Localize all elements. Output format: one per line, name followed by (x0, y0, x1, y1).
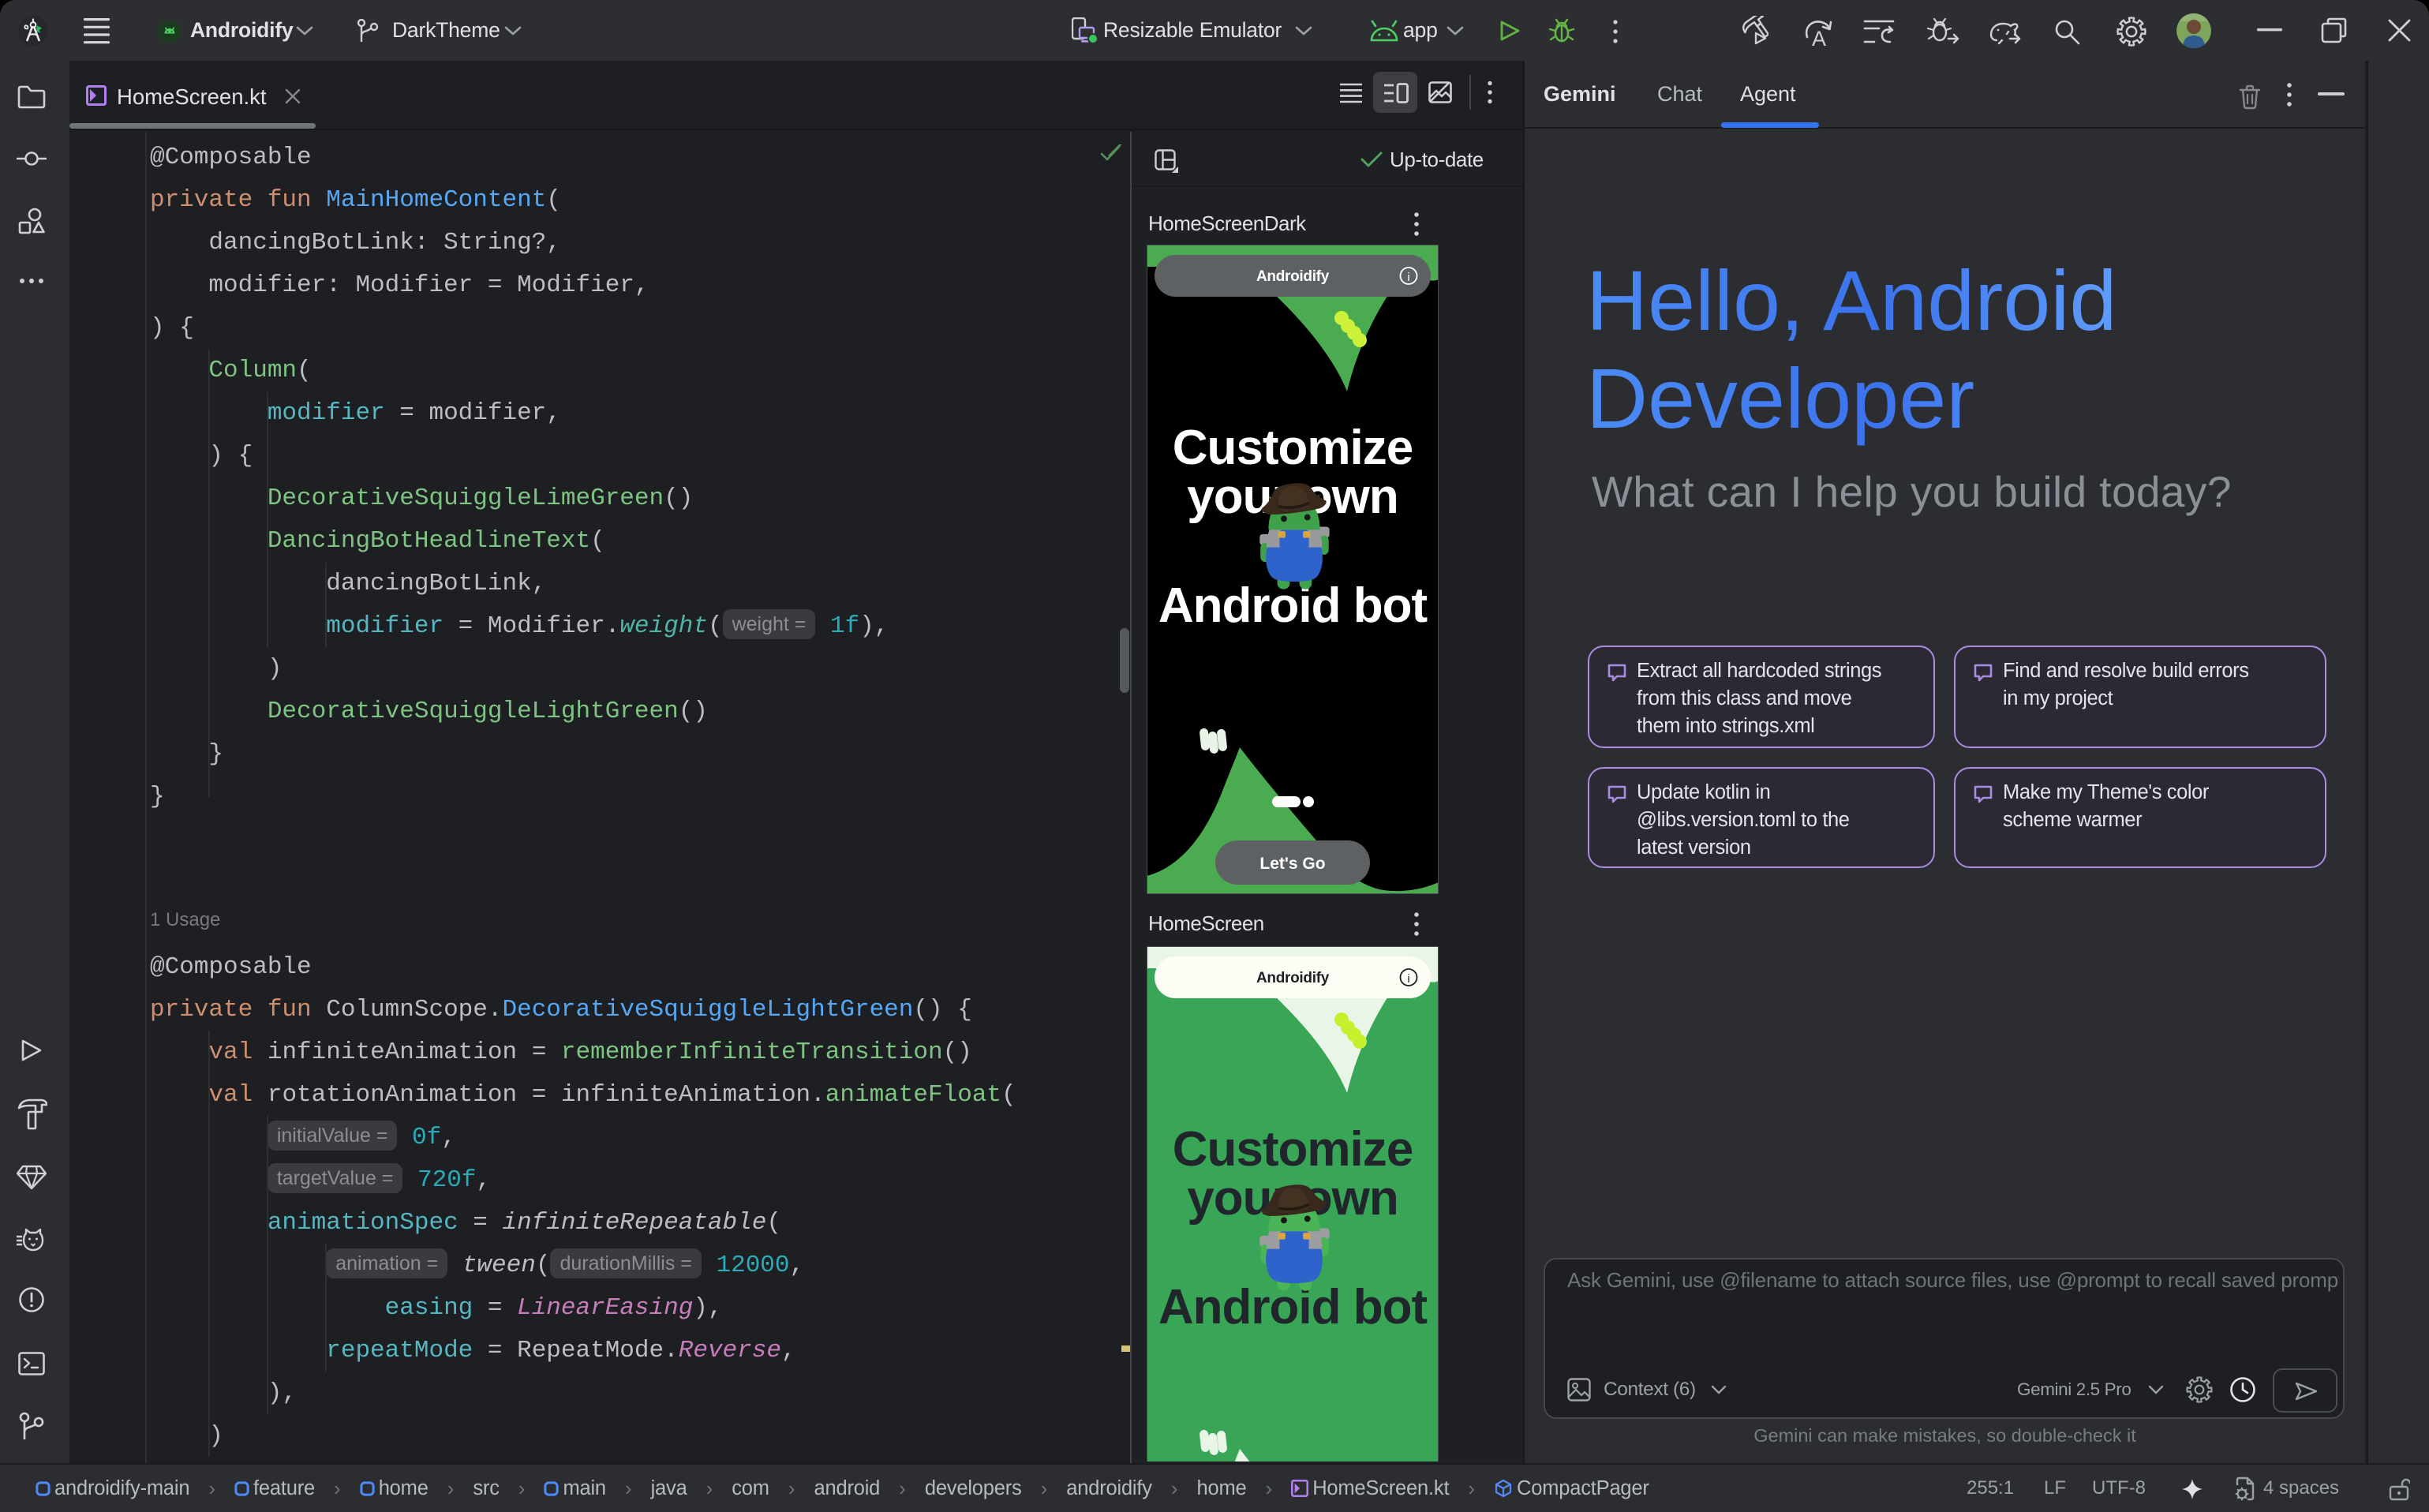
svg-text:A: A (1812, 27, 1826, 47)
